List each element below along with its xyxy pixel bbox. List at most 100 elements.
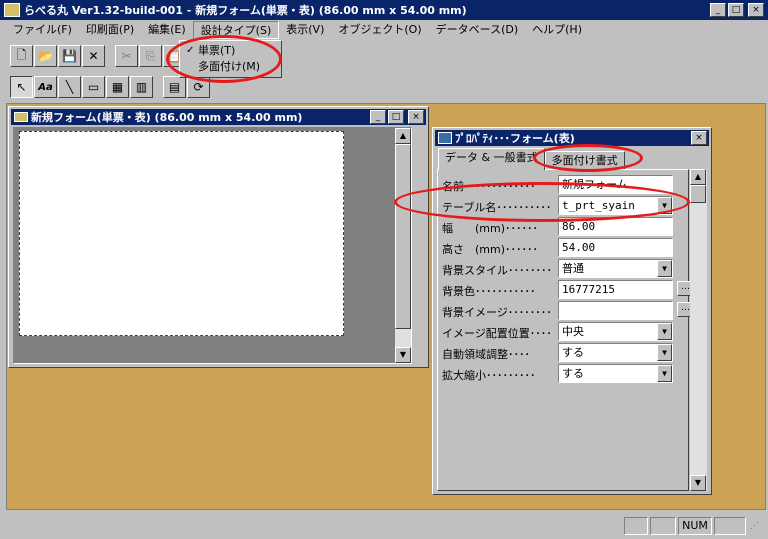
bg-image-input[interactable] [558,301,673,320]
standard-toolbar: 🗋 📂 💾 ✕ ✂ ⎘ 📋 [10,45,186,67]
scroll-up-icon[interactable]: ▲ [395,128,411,144]
open-folder-icon[interactable]: 📂 [34,45,57,67]
property-panel: 名前･････････････ 新規フォーム テーブル名･･････････ t… [437,169,694,491]
tab-multi-face[interactable]: 多面付け書式 [544,151,625,170]
pointer-icon[interactable]: ↖ [10,76,33,98]
design-canvas: ▲ ▼ [13,127,412,364]
prop-label: 自動領域調整････ [442,348,530,361]
scroll-up-icon[interactable]: ▲ [690,169,706,185]
scroll-down-icon[interactable]: ▼ [690,475,706,491]
status-num: NUM [678,517,712,535]
bg-style-select[interactable]: 普通 ▼ [558,259,673,278]
app-icon [4,3,20,17]
close-button[interactable]: × [748,3,764,17]
select-value: 中央 [562,325,584,338]
delete-icon[interactable]: ✕ [82,45,105,67]
chevron-down-icon[interactable]: ▼ [657,197,672,214]
scroll-thumb[interactable] [395,144,411,329]
property-close-button[interactable]: × [691,131,707,145]
prop-row-width: 幅 (mm)･･････ 86.00 [442,217,686,236]
auto-adjust-select[interactable]: する ▼ [558,343,673,362]
property-dialog: ﾌﾟﾛﾊﾟﾃｨ･･･フォーム(表) × データ & 一般書式 多面付け書式 名前… [432,127,712,495]
scaling-select[interactable]: する ▼ [558,364,673,383]
prop-label: 背景色･･･････････ [442,285,536,298]
property-dialog-title-bar: ﾌﾟﾛﾊﾟﾃｨ･･･フォーム(表) × [435,130,709,146]
form-window-icon [14,112,28,122]
property-dialog-icon [438,132,452,144]
toolbar-separator [106,45,114,67]
name-input[interactable]: 新規フォーム [558,175,673,194]
window-controls: _ □ × [710,3,764,17]
prop-label: 幅 (mm)･･････ [442,222,539,235]
prop-row-scaling: 拡大縮小･････････ する ▼ [442,364,686,383]
menu-item-single[interactable]: ✓ 単票(T) [180,43,281,59]
properties-icon[interactable]: ▤ [163,76,186,98]
tab-data-general[interactable]: データ & 一般書式 [438,148,545,170]
refresh-icon[interactable]: ⟳ [187,76,210,98]
menu-object[interactable]: オブジェクト(O) [331,21,428,39]
select-value: 普通 [562,262,584,275]
chevron-down-icon[interactable]: ▼ [657,260,672,277]
prop-row-bg-image: 背景イメージ････････ … [442,301,694,320]
menu-database[interactable]: データベース(D) [429,21,526,39]
prop-row-auto-adjust: 自動領域調整････ する ▼ [442,343,686,362]
chevron-down-icon[interactable]: ▼ [657,323,672,340]
status-pane [650,517,676,535]
prop-label: 背景スタイル････････ [442,264,552,277]
scroll-down-icon[interactable]: ▼ [395,347,411,363]
menu-design-type[interactable]: 設計タイプ(S) [192,21,280,39]
select-value: する [562,346,584,359]
check-icon: ✓ [186,45,195,56]
menu-item-label: 多面付け(M) [198,60,261,73]
menu-view[interactable]: 表示(V) [279,21,331,39]
prop-label: イメージ配置位置････ [442,327,552,340]
toolbar-separator [154,76,162,98]
line-tool-icon[interactable]: ╲ [58,76,81,98]
object-toolbar: ↖ Aa ╲ ▭ ▦ ▥ ▤ ⟳ [10,76,210,98]
chevron-down-icon[interactable]: ▼ [657,365,672,382]
design-type-menu: ✓ 単票(T) 多面付け(M) [179,40,282,78]
image-tool-icon[interactable]: ▦ [106,76,129,98]
menu-item-multi-face[interactable]: 多面付け(M) [180,59,281,75]
chevron-down-icon[interactable]: ▼ [657,344,672,361]
cut-icon[interactable]: ✂ [115,45,138,67]
minimize-button[interactable]: _ [710,3,726,17]
resize-grip-icon[interactable]: ⋰ [750,521,764,535]
prop-row-bg-style: 背景スタイル････････ 普通 ▼ [442,259,686,278]
select-value: する [562,367,584,380]
property-vertical-scrollbar[interactable]: ▲ ▼ [690,169,707,491]
form-window-title: 新規フォーム(単票・表) (86.00 mm x 54.00 mm) [31,111,303,124]
prop-row-bg-color: 背景色･･･････････ 16777215 … [442,280,694,299]
prop-row-image-position: イメージ配置位置････ 中央 ▼ [442,322,686,341]
maximize-button[interactable]: □ [728,3,744,17]
menu-edit[interactable]: 編集(E) [141,21,193,39]
property-tabs: データ & 一般書式 多面付け書式 [438,148,625,170]
text-tool-icon[interactable]: Aa [34,76,57,98]
height-input[interactable]: 54.00 [558,238,673,257]
image-position-select[interactable]: 中央 ▼ [558,322,673,341]
bg-color-input[interactable]: 16777215 [558,280,673,299]
select-value: t_prt_syain [562,199,635,212]
form-close-button[interactable]: × [408,110,424,124]
property-dialog-title: ﾌﾟﾛﾊﾟﾃｨ･･･フォーム(表) [455,132,575,145]
menu-print-face[interactable]: 印刷面(P) [79,21,141,39]
copy-icon[interactable]: ⎘ [139,45,162,67]
width-input[interactable]: 86.00 [558,217,673,236]
prop-label: 背景イメージ････････ [442,306,552,319]
table-name-select[interactable]: t_prt_syain ▼ [558,196,673,215]
menu-help[interactable]: ヘルプ(H) [525,21,589,39]
form-maximize-button[interactable]: □ [388,110,404,124]
scroll-thumb[interactable] [690,185,706,203]
menu-item-label: 単票(T) [198,44,236,57]
barcode-tool-icon[interactable]: ▥ [130,76,153,98]
rectangle-tool-icon[interactable]: ▭ [82,76,105,98]
form-vertical-scrollbar[interactable]: ▲ ▼ [395,128,411,363]
menu-bar: ファイル(F) 印刷面(P) 編集(E) 設計タイプ(S) 表示(V) オブジェ… [0,20,768,40]
form-paper[interactable] [19,131,344,336]
menu-file[interactable]: ファイル(F) [6,21,79,39]
form-minimize-button[interactable]: _ [370,110,386,124]
new-file-icon[interactable]: 🗋 [10,45,33,67]
prop-row-height: 高さ (mm)･･････ 54.00 [442,238,686,257]
save-icon[interactable]: 💾 [58,45,81,67]
status-pane [714,517,746,535]
